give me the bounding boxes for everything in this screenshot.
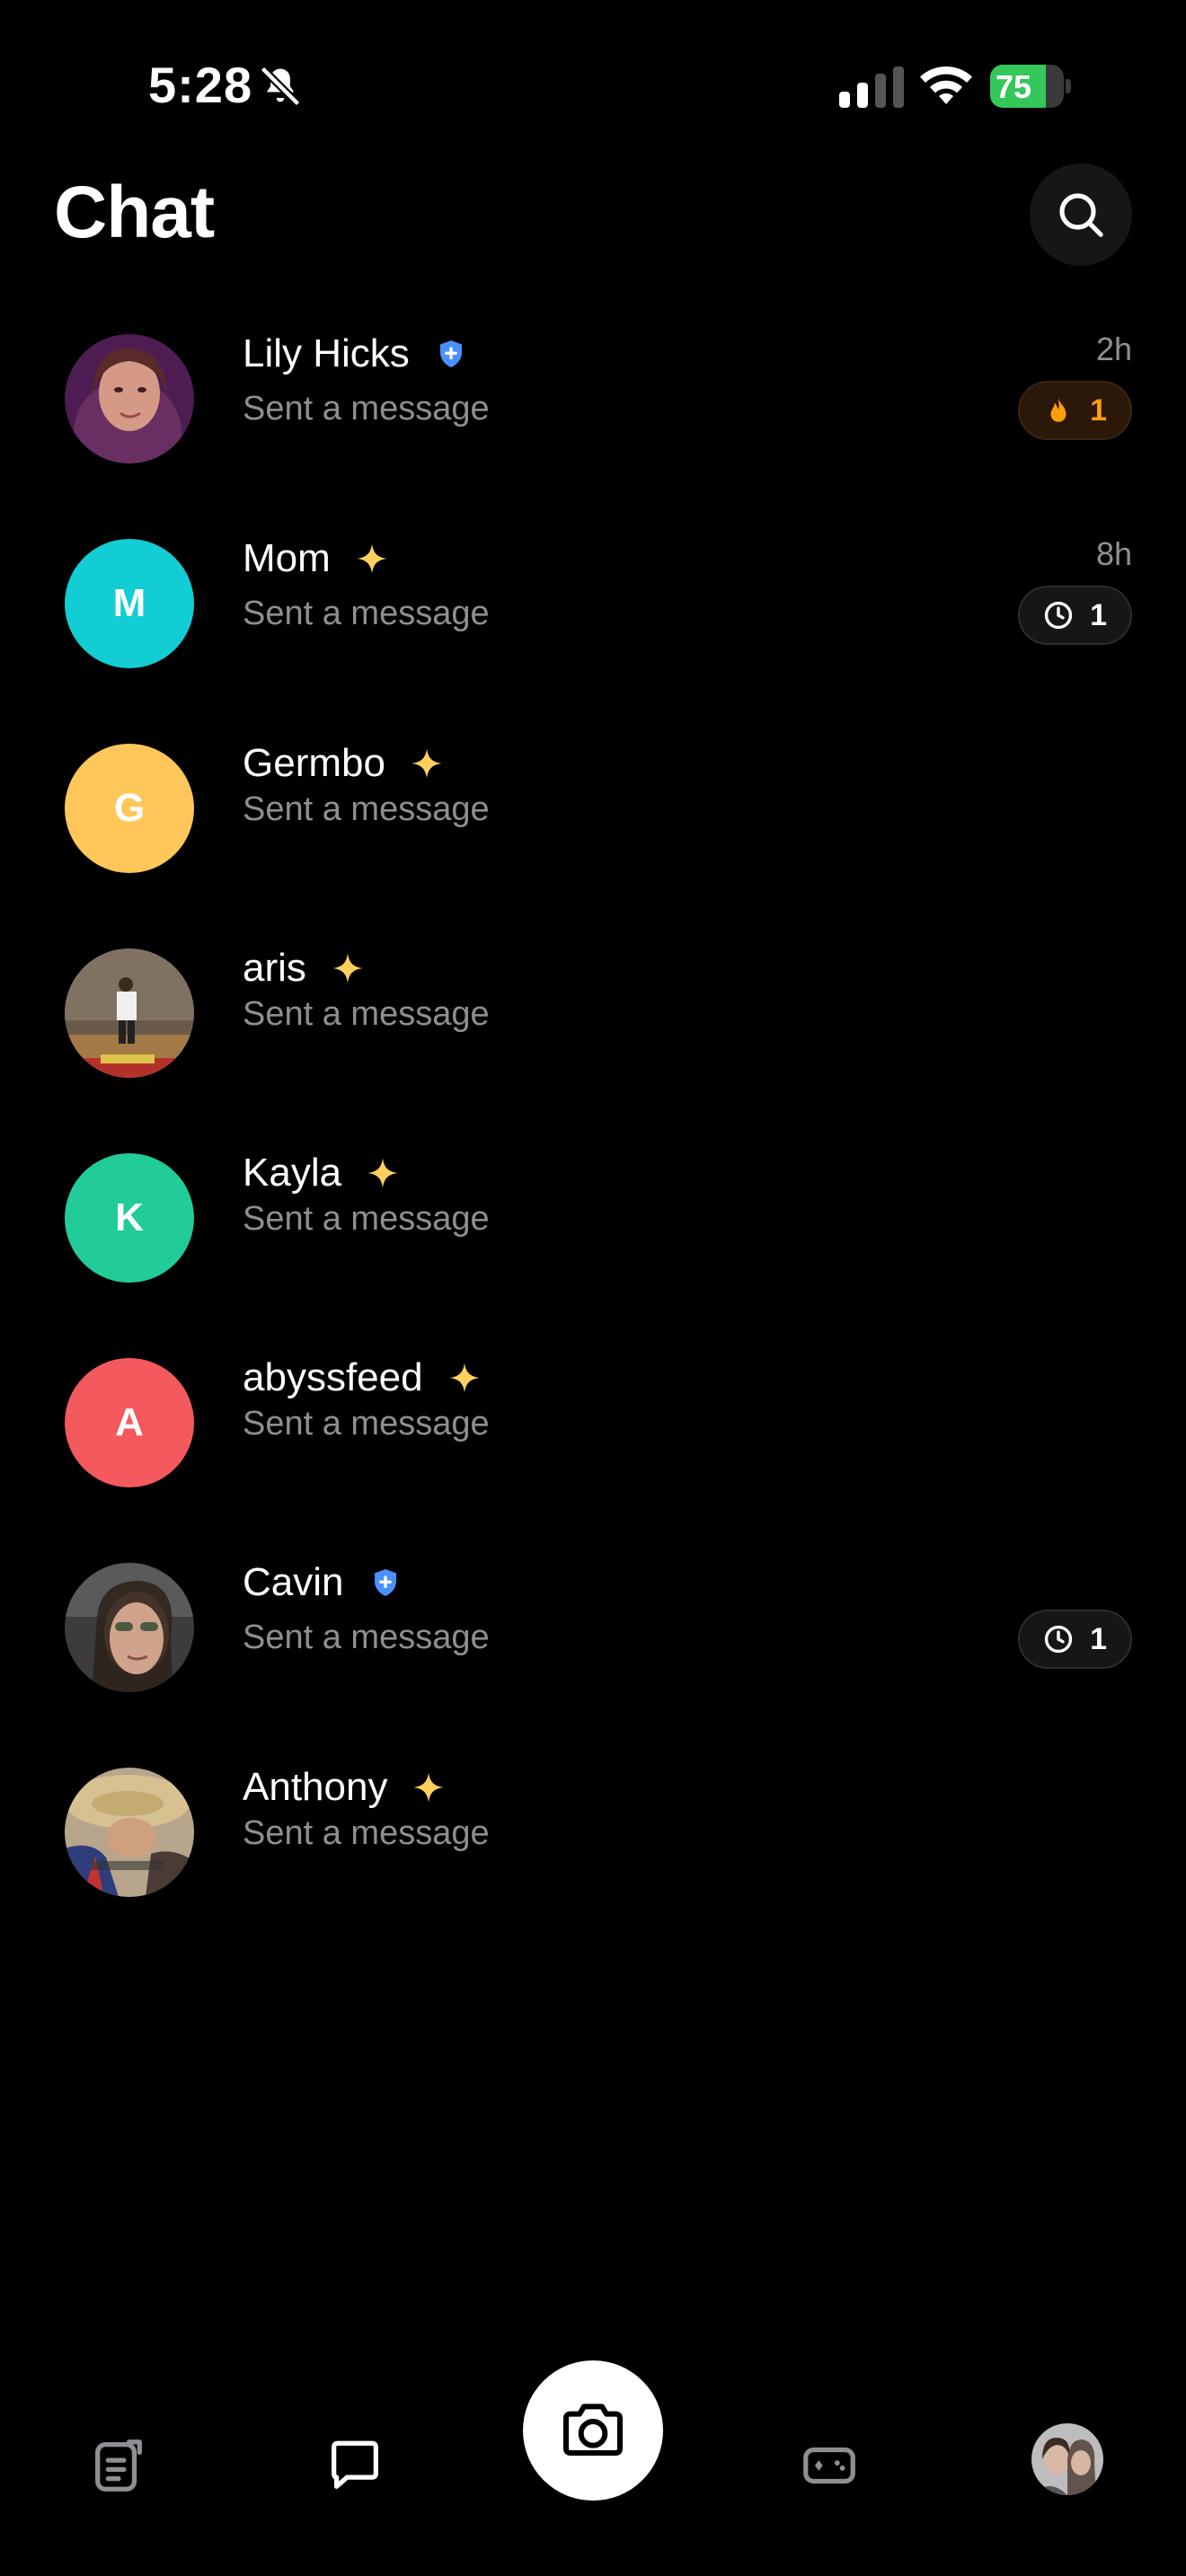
search-icon	[1059, 193, 1103, 237]
nav-stories[interactable]	[87, 2434, 150, 2497]
bell-slash-icon	[260, 66, 301, 107]
chat-name: Anthony	[243, 1765, 388, 1809]
chat-list: Lily Hicks Sent a message 2h 1 M Mom Sen…	[0, 314, 1186, 1953]
chat-name: Lily Hicks	[243, 331, 410, 375]
sparkle-icon	[449, 1363, 480, 1393]
fire-icon	[1050, 397, 1067, 422]
avatar[interactable]	[65, 948, 194, 1078]
sparkle-icon	[367, 1158, 398, 1188]
chat-row-germbo[interactable]: G Germbo Sent a message	[0, 724, 1186, 929]
streak-badge: 1	[1018, 381, 1132, 440]
chat-name: aris	[243, 946, 306, 990]
chat-row-cavin[interactable]: Cavin Sent a message 1	[0, 1543, 1186, 1748]
nav-chat[interactable]	[323, 2434, 386, 2497]
chat-subtitle: Sent a message	[243, 995, 490, 1033]
chat-name: Kayla	[243, 1151, 342, 1195]
chat-time: 2h	[1095, 331, 1132, 367]
chat-name: Germbo	[243, 741, 385, 785]
camera-button[interactable]	[523, 2360, 663, 2501]
shield-plus-icon	[374, 1569, 396, 1596]
clock-icon	[1044, 601, 1073, 630]
avatar[interactable]	[65, 334, 194, 463]
status-time: 5:28	[148, 57, 253, 113]
chat-subtitle: Sent a message	[243, 1200, 490, 1238]
games-icon	[803, 2447, 855, 2484]
timer-badge: 1	[1018, 586, 1132, 645]
chat-row-mom[interactable]: M Mom Sent a message 8h 1	[0, 519, 1186, 724]
page-title: Chat	[54, 172, 215, 253]
wifi-icon	[920, 66, 972, 104]
cellular-signal-icon	[839, 66, 904, 108]
timer-count: 1	[1090, 1621, 1107, 1656]
sparkle-icon	[412, 748, 442, 779]
chat-subtitle: Sent a message	[243, 1619, 490, 1656]
avatar-photo	[65, 948, 194, 1078]
avatar-photo	[65, 1768, 194, 1897]
chat-subtitle: Sent a message	[243, 790, 490, 828]
avatar-photo	[65, 334, 194, 463]
status-bar: 5:28 75	[0, 0, 1186, 135]
battery-percentage: 75	[996, 68, 1032, 105]
chat-time: 8h	[1095, 535, 1132, 572]
chat-subtitle: Sent a message	[243, 1814, 490, 1852]
chat-subtitle: Sent a message	[243, 390, 490, 428]
bottom-nav	[0, 2353, 1186, 2576]
chat-subtitle: Sent a message	[243, 595, 490, 632]
profile-photo	[1031, 2423, 1103, 2495]
chat-row-aris[interactable]: aris Sent a message	[0, 929, 1186, 1134]
avatar-initial: A	[65, 1358, 194, 1487]
nav-games[interactable]	[798, 2434, 861, 2497]
avatar-initial: G	[65, 744, 194, 873]
sparkle-icon	[332, 953, 363, 984]
avatar-photo	[65, 1563, 194, 1692]
avatar[interactable]: G	[65, 744, 194, 873]
avatar[interactable]: A	[65, 1358, 194, 1487]
chat-row-lily-hicks[interactable]: Lily Hicks Sent a message 2h 1	[0, 314, 1186, 519]
timer-count: 1	[1090, 597, 1107, 632]
camera-icon	[563, 2404, 623, 2456]
search-button[interactable]	[1030, 163, 1132, 266]
chat-name: Mom	[243, 536, 331, 580]
chat-row-anthony[interactable]: Anthony Sent a message	[0, 1748, 1186, 1953]
clock-icon	[1044, 1625, 1073, 1654]
avatar-initial: K	[65, 1153, 194, 1283]
chat-row-abyssfeed[interactable]: A abyssfeed Sent a message	[0, 1338, 1186, 1543]
timer-badge: 1	[1018, 1610, 1132, 1669]
shield-plus-icon	[439, 340, 462, 367]
avatar-initial: M	[65, 539, 194, 668]
sparkle-icon	[413, 1772, 444, 1803]
avatar[interactable]: K	[65, 1153, 194, 1283]
profile-avatar[interactable]	[1031, 2423, 1103, 2495]
avatar[interactable]	[65, 1768, 194, 1897]
battery-indicator: 75	[990, 65, 1071, 108]
chat-subtitle: Sent a message	[243, 1405, 490, 1442]
avatar[interactable]: M	[65, 539, 194, 668]
chat-name: abyssfeed	[243, 1355, 423, 1399]
chat-bubble-icon	[332, 2440, 378, 2489]
avatar[interactable]	[65, 1563, 194, 1692]
chat-name: Cavin	[243, 1560, 344, 1604]
sparkle-icon	[357, 543, 387, 574]
streak-count: 1	[1090, 393, 1107, 428]
stories-icon	[95, 2439, 142, 2492]
chat-row-kayla[interactable]: K Kayla Sent a message	[0, 1134, 1186, 1338]
